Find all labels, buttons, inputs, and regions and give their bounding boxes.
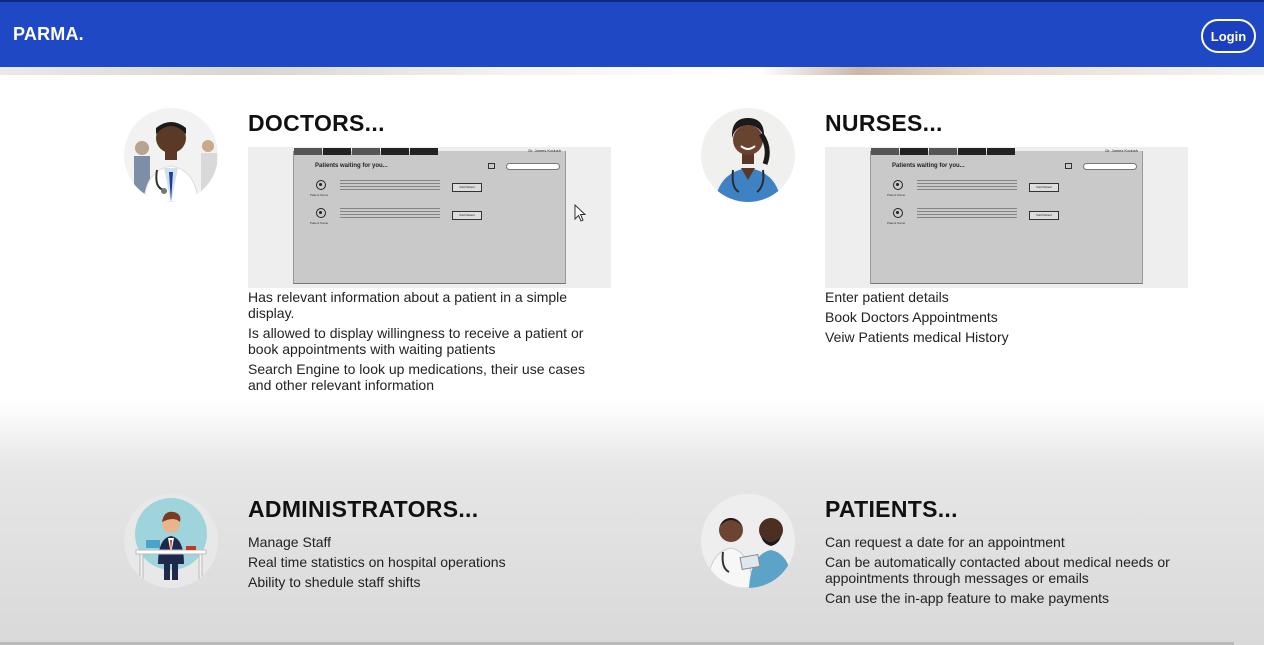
patients-features-list: Can request a date for an appointment Ca… [825,534,1195,610]
mouse-cursor-icon [574,204,586,222]
calendar-icon [1065,163,1072,169]
list-item: Veiw Patients medical History [825,329,1009,345]
patient-name-label: Patient Name [310,193,329,197]
login-button[interactable]: Login [1201,19,1256,53]
preview-screen: Dr. James Kodush Patients waiting for yo… [870,148,1143,284]
preview-user-name: Dr. James Kodush [1105,148,1138,153]
patient-info-lines [917,208,1017,220]
list-item: Real time statistics on hospital operati… [248,554,506,570]
person-icon [893,208,903,218]
preview-heading: Patients waiting for you... [315,163,388,169]
visit-button: Visit Patient [452,183,482,192]
nurses-heading: NURSES... [825,110,943,136]
patient-info-lines [340,208,440,220]
preview-patient-row: Patient Name Visit Patient [887,208,1071,228]
patient-name-label: Patient Name [887,221,906,225]
administrators-features-list: Manage Staff Real time statistics on hos… [248,534,608,594]
preview-user-name: Dr. James Kodush [528,148,561,153]
patient-avatar [701,494,795,588]
preview-screen: Dr. James Kodush Patients waiting for yo… [293,148,566,284]
preview-search-box [1083,163,1137,170]
top-navbar: PARMA. Login [0,0,1264,67]
person-icon [316,180,326,190]
list-item: Has relevant information about a patient… [248,289,568,321]
doctors-heading: DOCTORS... [248,110,385,136]
preview-patient-row: Patient Name Visit Patient [310,180,494,200]
list-item: Is allowed to display willingness to rec… [248,325,584,357]
preview-patient-row: Patient Name Visit Patient [887,180,1071,200]
list-item: Can use the in-app feature to make payme… [825,590,1110,606]
nurses-features-list: Enter patient details Book Doctors Appoi… [825,289,1185,349]
list-item: Can be automatically contacted about med… [825,554,1170,586]
list-item: Enter patient details [825,289,949,305]
administrator-avatar [124,494,218,588]
list-item: Book Doctors Appointments [825,309,998,325]
patient-name-label: Patient Name [887,193,906,197]
doctor-avatar [124,108,218,202]
patient-name-label: Patient Name [310,221,329,225]
visit-button: Visit Patient [1029,183,1059,192]
hero-image-strip [0,67,1264,75]
visit-button: Visit Patient [452,211,482,220]
person-icon [893,180,903,190]
calendar-icon [488,163,495,169]
preview-tabs [871,148,1015,155]
patient-info-lines [340,180,440,192]
doctors-preview-image: Dr. James Kodush Patients waiting for yo… [248,147,611,288]
preview-heading: Patients waiting for you... [892,163,965,169]
patients-heading: PATIENTS... [825,496,958,522]
list-item: Search Engine to look up medications, th… [248,361,585,393]
brand-logo[interactable]: PARMA. [13,24,84,45]
preview-tabs [294,148,438,155]
nurses-preview-image: Dr. James Kodush Patients waiting for yo… [825,147,1188,288]
visit-button: Visit Patient [1029,211,1059,220]
list-item: Manage Staff [248,534,332,550]
person-icon [316,208,326,218]
nurse-avatar [701,108,795,202]
administrators-heading: ADMINISTRATORS... [248,496,479,522]
preview-search-box [506,163,560,170]
list-item: Ability to shedule staff shifts [248,574,421,590]
patient-info-lines [917,180,1017,192]
list-item: Can request a date for an appointment [825,534,1065,550]
preview-patient-row: Patient Name Visit Patient [310,208,494,228]
doctors-features-list: Has relevant information about a patient… [248,289,598,397]
